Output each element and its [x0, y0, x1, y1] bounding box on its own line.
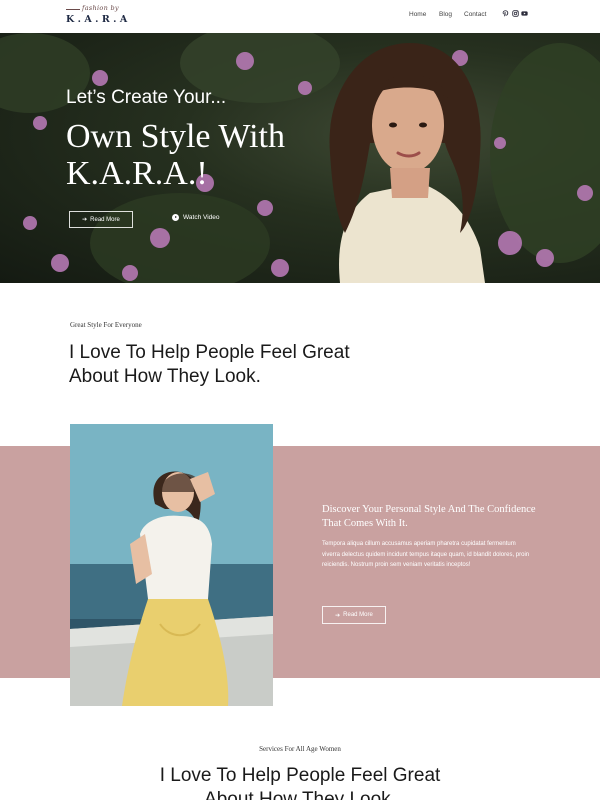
services-eyebrow: Services For All Age Women — [259, 745, 341, 753]
intro-eyebrow: Great Style For Everyone — [70, 321, 142, 329]
play-icon — [172, 214, 179, 221]
site-header: fashion by K.A.R.A Home Blog Contact — [0, 0, 600, 33]
feature-photo-image — [70, 424, 273, 706]
site-logo[interactable]: fashion by K.A.R.A — [66, 4, 130, 26]
hero-read-more-button[interactable]: ➔ Read More — [69, 211, 133, 228]
hero-kicker: Let’s Create Your... — [66, 87, 227, 108]
watch-video-label: Watch Video — [183, 214, 220, 221]
nav-blog-link[interactable]: Blog — [439, 11, 452, 18]
read-more-label: Read More — [343, 612, 373, 618]
hero-banner: Let’s Create Your... Own Style With K.A.… — [0, 33, 600, 283]
hero-title: Own Style With K.A.R.A.! — [66, 118, 286, 192]
nav-contact-link[interactable]: Contact — [464, 11, 486, 18]
logo-rule — [66, 9, 80, 10]
pinterest-icon[interactable] — [502, 10, 509, 17]
logo-wordmark: K.A.R.A — [66, 14, 131, 25]
logo-tagline: fashion by — [82, 4, 119, 12]
instagram-icon[interactable] — [512, 10, 519, 17]
arrow-right-icon: ➔ — [335, 612, 341, 619]
feature-body-text: Tempora aliqua cillum accusamus aperiam … — [322, 541, 530, 568]
services-heading: I Love To Help People Feel Great About H… — [159, 765, 441, 800]
watch-video-button[interactable]: Watch Video — [172, 214, 220, 221]
read-more-label: Read More — [90, 216, 120, 223]
feature-photo — [70, 424, 273, 706]
nav-home-link[interactable]: Home — [409, 11, 426, 18]
intro-heading: I Love To Help People Feel Great About H… — [69, 342, 350, 387]
feature-read-more-button[interactable]: ➔ Read More — [322, 606, 386, 624]
feature-heading: Discover Your Personal Style And The Con… — [322, 504, 536, 529]
youtube-icon[interactable] — [521, 10, 528, 17]
arrow-right-icon: ➔ — [82, 217, 88, 223]
